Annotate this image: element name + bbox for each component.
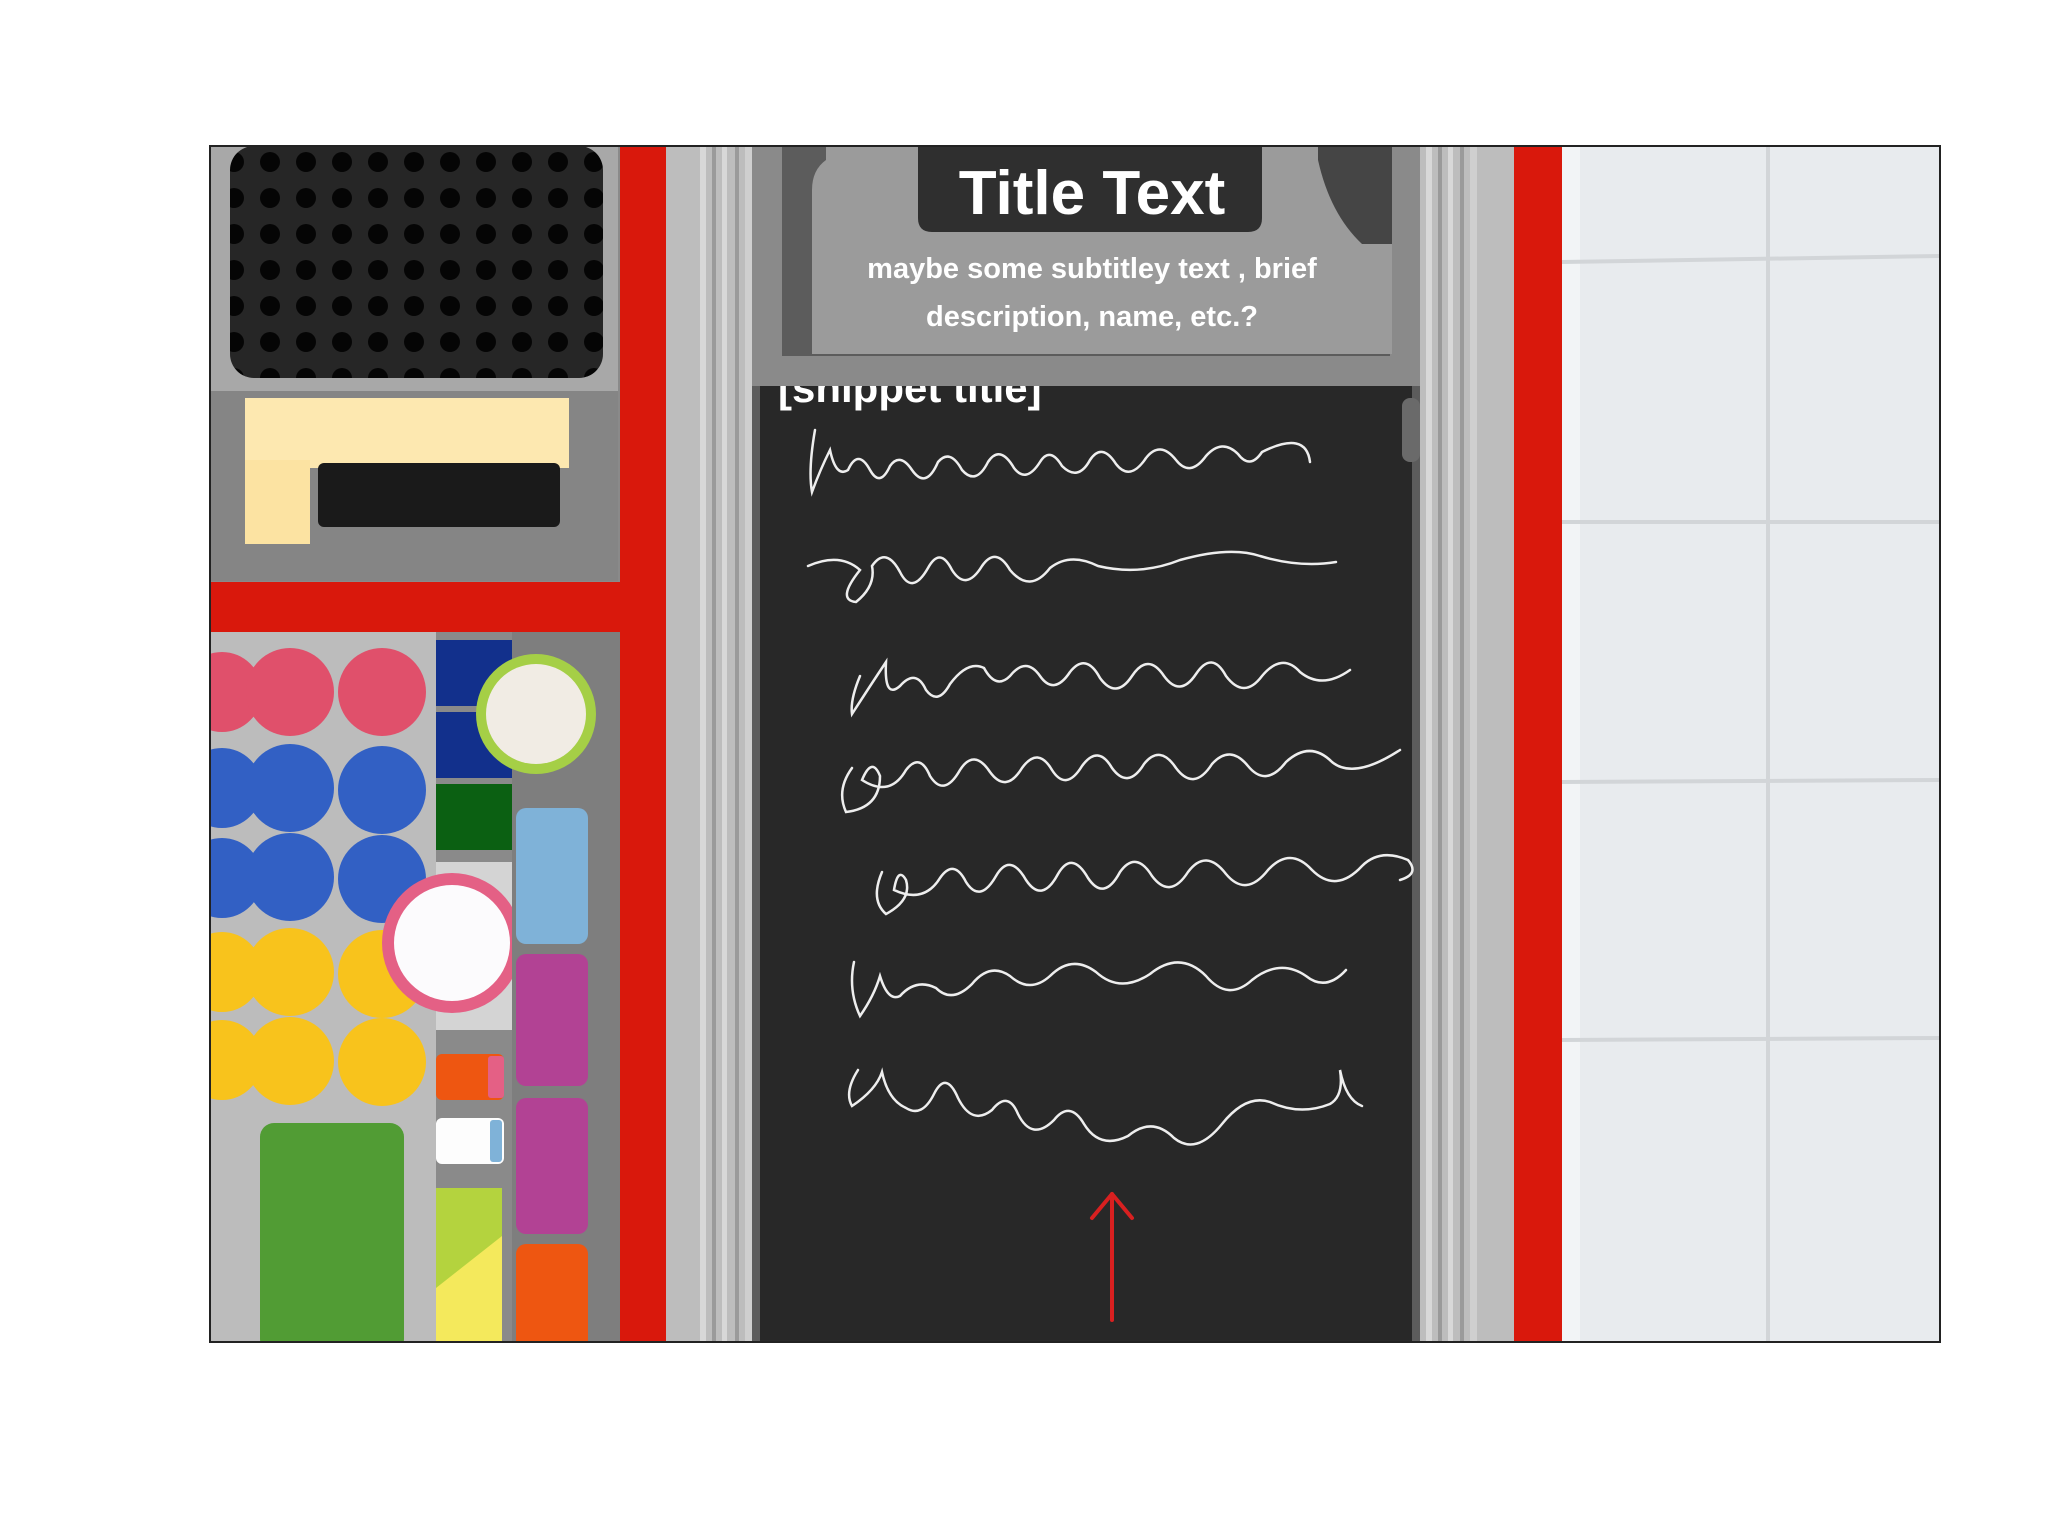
green-eraser xyxy=(260,1123,404,1342)
scroll-handle[interactable] xyxy=(1402,398,1420,462)
sticky-note xyxy=(245,398,569,468)
eraser-block xyxy=(318,463,560,527)
tile-wall xyxy=(1561,146,1940,1342)
right-red-rail xyxy=(1514,146,1562,1342)
dot-stickers xyxy=(210,648,426,1106)
subtitle-line-1: maybe some subtitley text , brief xyxy=(867,253,1317,285)
speaker-grille xyxy=(230,146,603,378)
right-stripe-rail xyxy=(1420,146,1514,1342)
page-title: Title Text xyxy=(959,159,1225,228)
mockup-scene: Title Text maybe some subtitley text , b… xyxy=(209,145,1941,1343)
left-stripe-rail xyxy=(666,146,752,1342)
left-red-rail xyxy=(620,146,666,1342)
sticky-note-tab xyxy=(245,460,310,544)
red-divider xyxy=(210,582,620,632)
subtitle-line-2: description, name, etc.? xyxy=(926,301,1258,333)
